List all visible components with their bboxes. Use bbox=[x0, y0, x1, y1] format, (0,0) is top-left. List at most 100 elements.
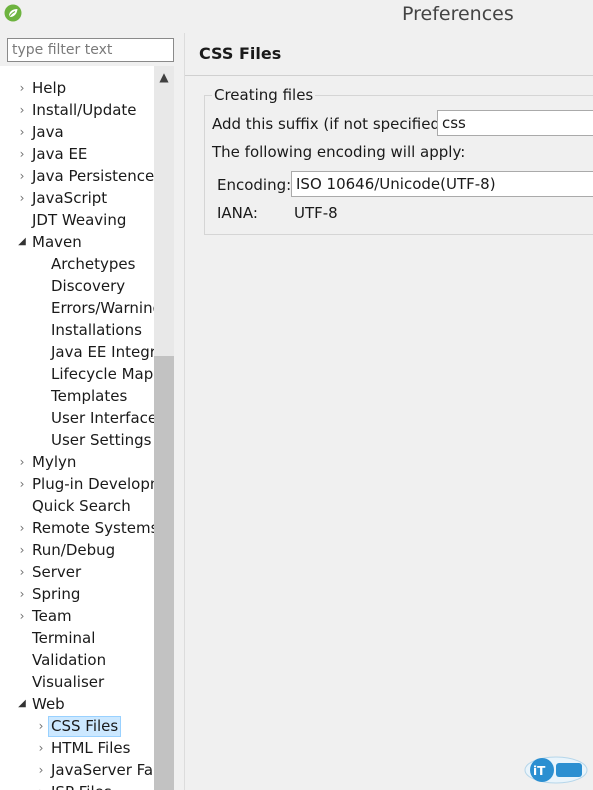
tree-item-label: Java bbox=[32, 123, 64, 141]
chevron-right-icon[interactable]: › bbox=[16, 561, 28, 583]
tree-item[interactable]: Discovery bbox=[0, 275, 154, 297]
tree-item[interactable]: › Mylyn bbox=[0, 451, 154, 473]
chevron-right-icon[interactable]: › bbox=[16, 583, 28, 605]
tree-item-label: Mylyn bbox=[32, 453, 77, 471]
tree-item-label: Terminal bbox=[32, 629, 96, 647]
chevron-right-icon[interactable]: › bbox=[16, 605, 28, 627]
chevron-right-icon[interactable]: › bbox=[16, 187, 28, 209]
encoding-select[interactable]: ISO 10646/Unicode(UTF-8) bbox=[291, 171, 593, 197]
tree-item-label: Discovery bbox=[51, 277, 126, 295]
tree-item-label: Run/Debug bbox=[32, 541, 116, 559]
tree-item[interactable]: Archetypes bbox=[0, 253, 154, 275]
filter-input[interactable] bbox=[7, 38, 174, 62]
tree-item[interactable]: ›Plug-in Development bbox=[0, 473, 154, 495]
tree-item-label: Installations bbox=[51, 321, 142, 339]
tree-item[interactable]: › HTML Files bbox=[0, 737, 154, 759]
group-label: Creating files bbox=[212, 86, 316, 104]
tree-item-label: User Interface bbox=[51, 409, 154, 427]
tree-item-label: Spring bbox=[32, 585, 81, 603]
tree-item[interactable]: ◢ Maven bbox=[0, 231, 154, 253]
chevron-right-icon[interactable]: › bbox=[16, 99, 28, 121]
tree-item[interactable]: › Java bbox=[0, 121, 154, 143]
tree-scrollbar[interactable]: ▲ bbox=[154, 66, 174, 790]
chevron-right-icon[interactable]: › bbox=[16, 539, 28, 561]
tree-item[interactable]: Visualiser bbox=[0, 671, 154, 693]
tree-item[interactable]: ◢ Web bbox=[0, 693, 154, 715]
tree-item[interactable]: Lifecycle Mappings bbox=[0, 363, 154, 385]
navigation-pane: ›Help›Install/Update›Java›Java EE›Java P… bbox=[0, 33, 184, 790]
chevron-down-icon[interactable]: ◢ bbox=[16, 231, 28, 253]
chevron-right-icon[interactable]: › bbox=[16, 77, 28, 99]
scroll-thumb[interactable] bbox=[154, 356, 174, 790]
tree-item-label: Remote Systems bbox=[32, 519, 154, 537]
tree-item-label: Install/Update bbox=[32, 101, 137, 119]
iana-value: UTF-8 bbox=[294, 204, 338, 222]
chevron-right-icon[interactable]: › bbox=[16, 143, 28, 165]
scroll-up-arrow-icon[interactable]: ▲ bbox=[154, 68, 174, 86]
tree-item-label: User Settings bbox=[51, 431, 152, 449]
tree-item-label: JSP Files bbox=[51, 781, 112, 790]
tree-item[interactable]: › Remote Systems bbox=[0, 517, 154, 539]
chevron-right-icon[interactable]: › bbox=[16, 165, 28, 187]
tree-item[interactable]: Validation bbox=[0, 649, 154, 671]
tree-item-label: JavaServer Faces Tools bbox=[51, 761, 154, 779]
tree-item[interactable]: Java EE Integration bbox=[0, 341, 154, 363]
chevron-right-icon[interactable]: › bbox=[16, 121, 28, 143]
title-divider bbox=[185, 75, 593, 76]
chevron-down-icon[interactable]: ◢ bbox=[16, 693, 28, 715]
tree-item[interactable]: Templates bbox=[0, 385, 154, 407]
tree-item[interactable]: › Help bbox=[0, 77, 154, 99]
tree-item-label: Errors/Warnings bbox=[51, 299, 154, 317]
tree-item[interactable]: › Run/Debug bbox=[0, 539, 154, 561]
creating-files-group: Creating files Add this suffix (if not s… bbox=[204, 86, 593, 235]
window-title: Preferences bbox=[402, 3, 514, 25]
chevron-right-icon[interactable]: › bbox=[35, 781, 47, 790]
tree-item-label: Help bbox=[32, 79, 67, 97]
tree-item-label: Templates bbox=[51, 387, 128, 405]
tree-item[interactable]: › Java Persistence bbox=[0, 165, 154, 187]
tree-item-label: Team bbox=[32, 607, 72, 625]
tree-item[interactable]: › CSS Files bbox=[0, 715, 154, 737]
tree-item-label: Quick Search bbox=[32, 497, 131, 515]
tree-item[interactable]: JDT Weaving bbox=[0, 209, 154, 231]
tree-item[interactable]: ›JavaServer Faces Tools bbox=[0, 759, 154, 781]
tree-item-label: Web bbox=[32, 695, 65, 713]
title-bar: Preferences bbox=[0, 0, 593, 30]
suffix-input[interactable] bbox=[437, 110, 593, 136]
preference-page: CSS Files Creating files Add this suffix… bbox=[184, 33, 593, 790]
iana-label: IANA: bbox=[217, 204, 258, 222]
tree-item-label: Visualiser bbox=[32, 673, 105, 691]
page-title: CSS Files bbox=[199, 44, 282, 63]
tree-item[interactable]: Installations bbox=[0, 319, 154, 341]
chevron-right-icon[interactable]: › bbox=[16, 517, 28, 539]
chevron-right-icon[interactable]: › bbox=[35, 715, 47, 737]
chevron-right-icon[interactable]: › bbox=[35, 737, 47, 759]
svg-text:iT: iT bbox=[533, 764, 546, 778]
tree-item[interactable]: › Install/Update bbox=[0, 99, 154, 121]
tree-item-label: Maven bbox=[32, 233, 82, 251]
chevron-right-icon[interactable]: › bbox=[16, 473, 28, 495]
encoding-note: The following encoding will apply: bbox=[212, 143, 466, 161]
preferences-tree: › Help › Install/Update › Java › Java EE › Java P… bbox=[0, 66, 154, 790]
tree-item[interactable]: › Spring bbox=[0, 583, 154, 605]
suffix-label: Add this suffix (if not specified): bbox=[212, 115, 451, 133]
tree-item-label: Java EE Integration bbox=[51, 343, 154, 361]
tree-item[interactable]: Quick Search bbox=[0, 495, 154, 517]
tree-item-label: Java Persistence bbox=[32, 167, 154, 185]
tree-item-label: Plug-in Development bbox=[32, 475, 154, 493]
ithome-logo: iT bbox=[524, 756, 588, 784]
tree-item[interactable]: User Interface bbox=[0, 407, 154, 429]
tree-item-label: Validation bbox=[32, 651, 107, 669]
tree-item[interactable]: Errors/Warnings bbox=[0, 297, 154, 319]
tree-item[interactable]: › JSP Files bbox=[0, 781, 154, 790]
chevron-right-icon[interactable]: › bbox=[16, 451, 28, 473]
tree-item[interactable]: User Settings bbox=[0, 429, 154, 451]
tree-item[interactable]: › Java EE bbox=[0, 143, 154, 165]
spring-leaf-icon bbox=[4, 4, 22, 22]
tree-item[interactable]: › Server bbox=[0, 561, 154, 583]
chevron-right-icon[interactable]: › bbox=[35, 759, 47, 781]
tree-item[interactable]: Terminal bbox=[0, 627, 154, 649]
encoding-label: Encoding: bbox=[217, 176, 292, 194]
tree-item[interactable]: › Team bbox=[0, 605, 154, 627]
tree-item[interactable]: › JavaScript bbox=[0, 187, 154, 209]
